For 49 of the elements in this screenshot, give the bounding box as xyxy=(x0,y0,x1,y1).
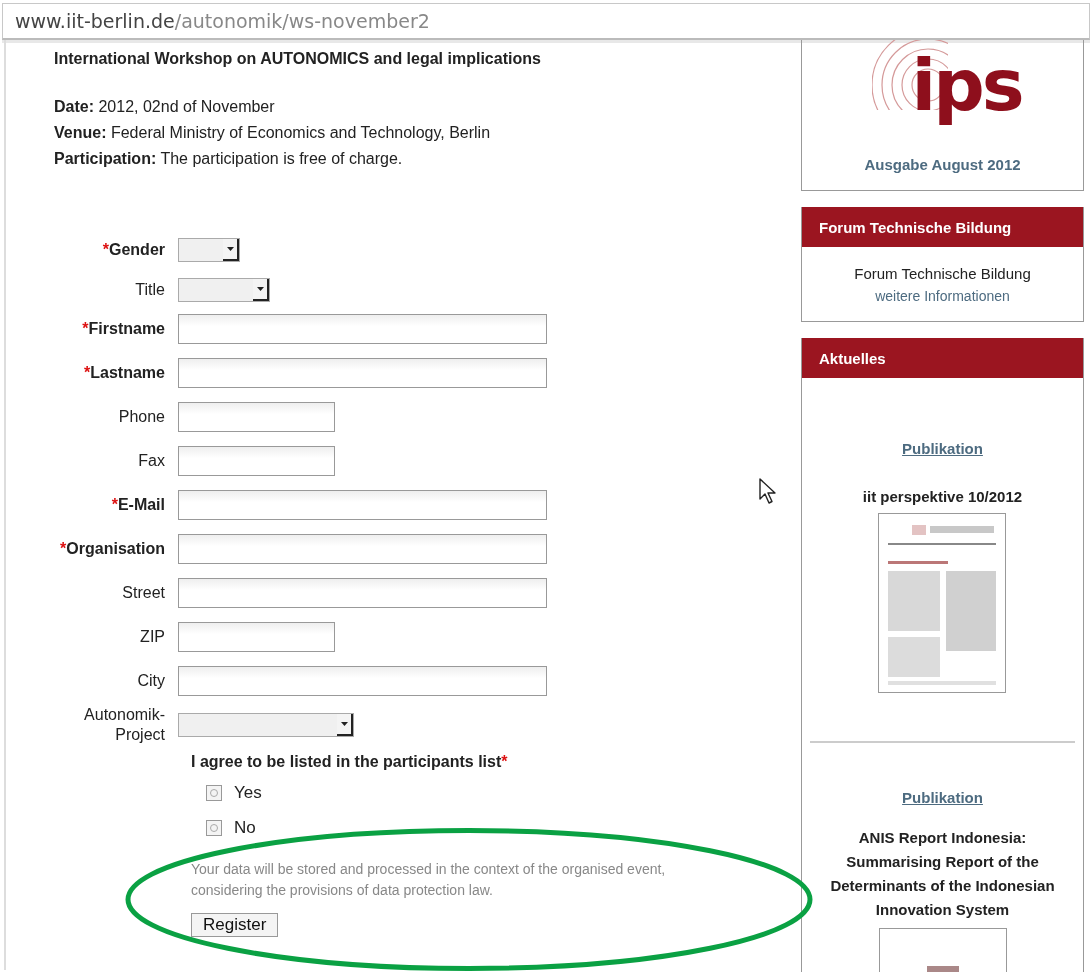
caret-icon xyxy=(337,714,353,736)
panel-header: Aktuelles xyxy=(802,338,1083,378)
caret-icon xyxy=(223,239,239,261)
publication-title: iit perspektive 10/2012 xyxy=(862,487,1023,507)
consent-question: I agree to be listed in the participants list* xyxy=(191,753,509,771)
radio-button[interactable] xyxy=(206,785,222,801)
radio-button[interactable] xyxy=(206,820,222,836)
forum-text: Forum Technische Bildung xyxy=(854,264,1031,282)
category-link[interactable]: Publikation xyxy=(902,440,983,457)
event-title: International Workshop on AUTONOMICS and legal implications xyxy=(54,50,542,68)
dropdown[interactable] xyxy=(178,238,240,262)
cursor-icon xyxy=(758,477,778,505)
field-label: *E-Mail xyxy=(110,495,166,515)
event-detail: Participation: The participation is free of charge. xyxy=(54,149,404,169)
field-label: Title xyxy=(134,279,166,300)
input-field[interactable] xyxy=(178,666,547,696)
field-label: Street xyxy=(121,583,166,603)
category-link[interactable]: Publikation xyxy=(902,789,983,806)
field-label: Autonomik-Project xyxy=(83,705,166,745)
input-field[interactable] xyxy=(178,314,547,344)
magazine-caption[interactable]: Ausgabe August 2012 xyxy=(864,156,1021,173)
input-field[interactable] xyxy=(178,578,547,608)
input-field[interactable] xyxy=(178,622,335,652)
field-label: City xyxy=(136,671,166,691)
input-field[interactable] xyxy=(178,358,547,388)
input-field[interactable] xyxy=(178,446,335,476)
radio-label: Yes xyxy=(234,783,262,803)
info-link[interactable]: weitere Informationen xyxy=(875,287,1010,304)
field-label: Fax xyxy=(137,451,166,471)
input-field[interactable] xyxy=(178,402,335,432)
ips-logo: ips xyxy=(911,42,1022,129)
panel-header: Forum Technische Bildung xyxy=(802,207,1083,247)
input-field[interactable] xyxy=(178,534,547,564)
dropdown[interactable] xyxy=(178,277,270,302)
event-detail: Venue: Federal Ministry of Economics and Technology, Berlin xyxy=(54,123,492,143)
field-label: ZIP xyxy=(139,627,166,647)
register-button[interactable]: Register xyxy=(191,913,279,937)
input-field[interactable] xyxy=(178,490,547,520)
address-bar[interactable]: www.iit-berlin.de/autonomik/ws-november2 xyxy=(2,3,1090,40)
caret-icon xyxy=(253,278,269,301)
field-label: *Firstname xyxy=(81,319,166,339)
field-label: *Organisation xyxy=(59,539,166,559)
event-detail: Date: 2012, 02nd of November xyxy=(54,97,276,117)
field-label: Phone xyxy=(117,407,166,427)
privacy-notice: Your data will be stored and processed in the context of the organised event, considering the provisions of data protection law. xyxy=(191,860,667,900)
field-label: *Gender xyxy=(101,240,166,260)
publication-title: ANIS Report Indonesia: Summarising Report of the Determinants of the Indonesian Innovation System xyxy=(829,828,1056,920)
field-label: *Lastname xyxy=(83,363,166,383)
radio-label: No xyxy=(234,818,256,838)
